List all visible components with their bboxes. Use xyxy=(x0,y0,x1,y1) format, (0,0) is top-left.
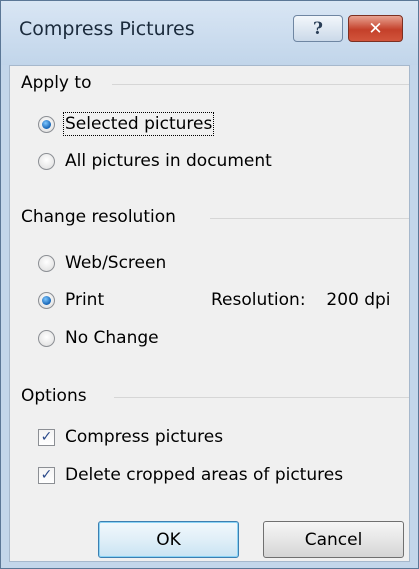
resolution-label: Resolution: xyxy=(211,290,306,310)
radio-selected-pictures[interactable]: Selected pictures xyxy=(38,112,215,136)
radio-unselected-icon[interactable] xyxy=(38,152,55,170)
checkbox-delete-cropped-label: Delete cropped areas of pictures xyxy=(65,465,344,485)
ok-button[interactable]: OK xyxy=(98,521,239,558)
radio-print-label: Print xyxy=(65,290,105,310)
radio-unselected-icon[interactable] xyxy=(38,329,55,347)
help-button[interactable]: ? xyxy=(293,15,343,42)
checkbox-compress-pictures-label: Compress pictures xyxy=(65,427,224,447)
dialog-title: Compress Pictures xyxy=(19,18,195,40)
close-button[interactable]: ✕ xyxy=(348,15,403,42)
radio-no-change-label: No Change xyxy=(65,328,159,348)
compress-pictures-dialog: Compress Pictures ? ✕ Apply to Selected … xyxy=(0,0,419,569)
help-icon: ? xyxy=(313,18,323,39)
radio-no-change[interactable]: No Change xyxy=(38,328,159,348)
title-bar[interactable]: Compress Pictures ? ✕ xyxy=(1,1,418,65)
radio-selected-pictures-label: Selected pictures xyxy=(62,112,215,136)
options-heading: Options xyxy=(21,386,87,406)
dialog-body: Apply to Selected pictures All pictures … xyxy=(9,65,410,562)
radio-web-screen-label: Web/Screen xyxy=(65,253,167,273)
checkmark-icon[interactable]: ✓ xyxy=(38,466,55,484)
radio-all-pictures[interactable]: All pictures in document xyxy=(38,151,272,171)
radio-all-pictures-label: All pictures in document xyxy=(65,151,272,171)
radio-unselected-icon[interactable] xyxy=(38,254,55,272)
change-resolution-divider xyxy=(210,218,409,219)
close-icon: ✕ xyxy=(368,18,383,39)
apply-to-heading: Apply to xyxy=(21,73,92,93)
radio-selected-icon[interactable] xyxy=(38,291,55,309)
options-divider xyxy=(114,397,409,398)
radio-selected-icon[interactable] xyxy=(38,115,55,133)
checkbox-compress-pictures[interactable]: ✓ Compress pictures xyxy=(38,427,223,447)
checkbox-delete-cropped[interactable]: ✓ Delete cropped areas of pictures xyxy=(38,465,343,485)
radio-web-screen[interactable]: Web/Screen xyxy=(38,253,166,273)
apply-to-divider xyxy=(112,84,409,85)
checkmark-icon[interactable]: ✓ xyxy=(38,428,55,446)
resolution-readout: Resolution: 200 dpi xyxy=(211,290,391,310)
change-resolution-heading: Change resolution xyxy=(21,207,176,227)
resolution-value: 200 dpi xyxy=(326,290,391,310)
radio-print[interactable]: Print xyxy=(38,290,104,310)
cancel-button[interactable]: Cancel xyxy=(263,521,404,558)
